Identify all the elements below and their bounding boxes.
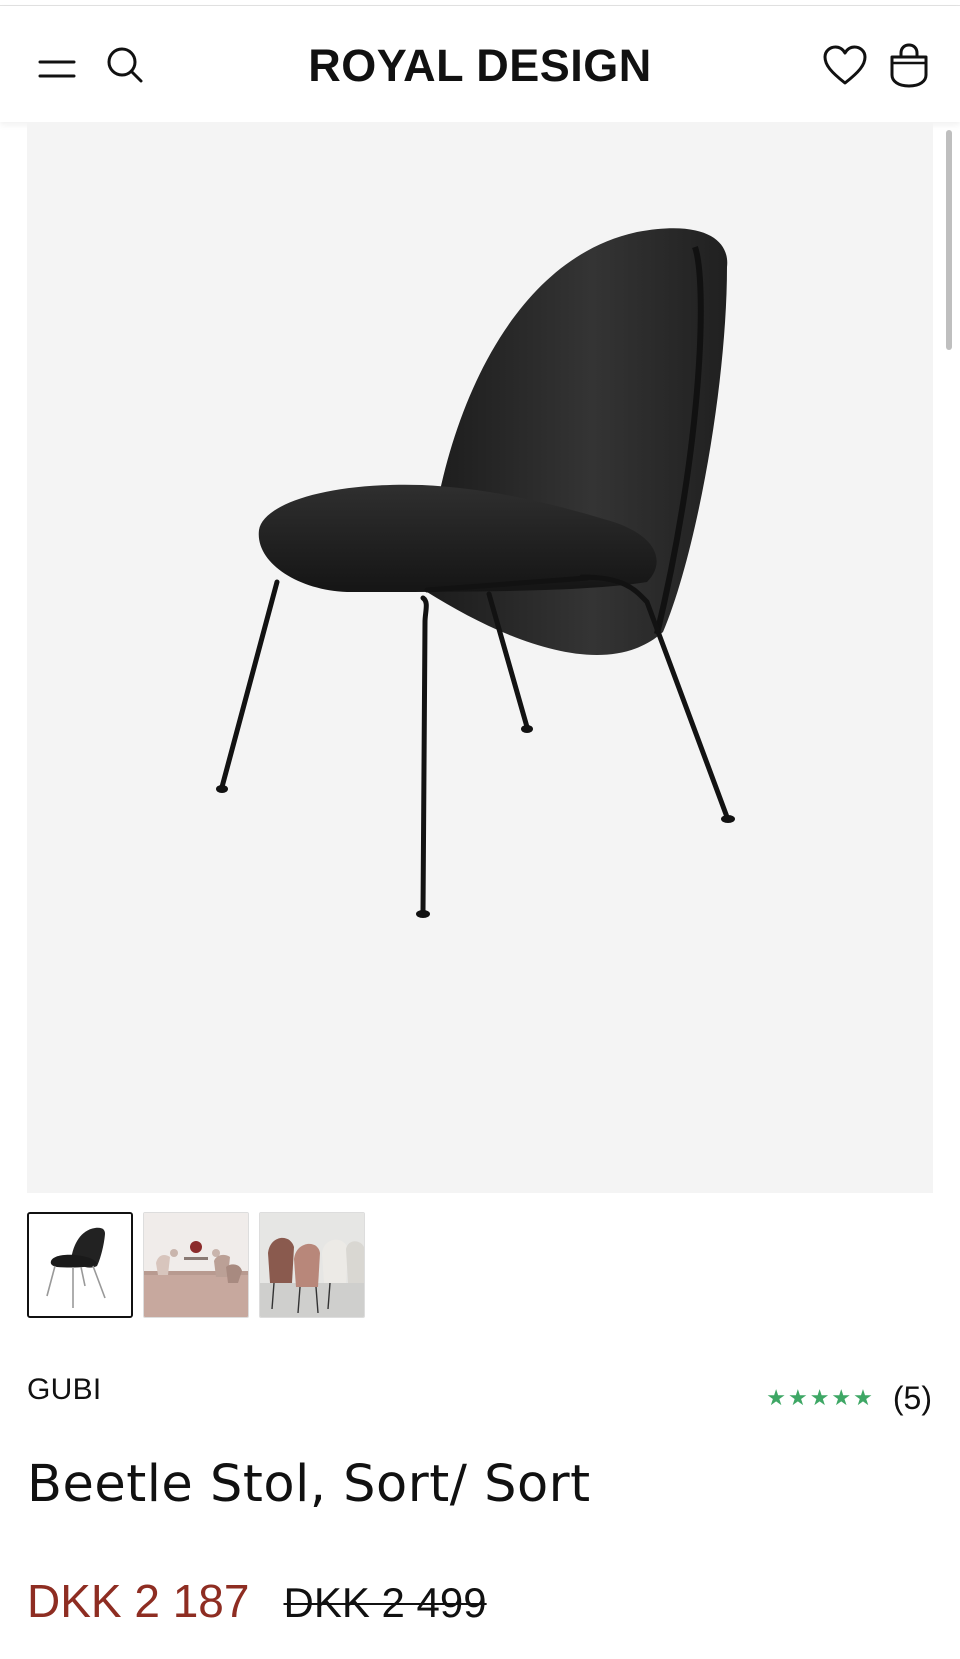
sale-price: DKK 2 187 (27, 1575, 250, 1627)
original-price: DKK 2 499 (283, 1579, 487, 1626)
rating-stars-icon: ★★★★★ (766, 1385, 875, 1411)
bag-icon (890, 43, 928, 88)
menu-button[interactable] (30, 43, 80, 93)
review-count: (5) (892, 1380, 932, 1416)
price-block: DKK 2 187 DKK 2 499 (27, 1574, 487, 1628)
room-scene-thumbnail[interactable] (143, 1212, 249, 1318)
cart-button[interactable] (882, 38, 936, 92)
search-icon (107, 47, 143, 83)
chair-thumbnail[interactable] (27, 1212, 133, 1318)
chair-product-image[interactable] (27, 122, 933, 1193)
pink-chairs-thumbnail[interactable] (259, 1212, 365, 1318)
product-brand[interactable]: GUBI (27, 1373, 102, 1407)
site-header: ROYAL DESIGN (0, 6, 960, 122)
wishlist-button[interactable] (818, 38, 872, 92)
search-button[interactable] (100, 40, 150, 90)
thumbnail-strip (27, 1212, 365, 1320)
menu-icon (38, 60, 76, 78)
product-rating[interactable]: ★★★★★ (5) (766, 1380, 932, 1417)
brand-logo[interactable]: ROYAL DESIGN (250, 36, 710, 96)
product-title: Beetle Stol, Sort/ Sort (27, 1455, 591, 1514)
heart-icon (823, 45, 867, 85)
page-scrollbar[interactable] (946, 130, 952, 350)
